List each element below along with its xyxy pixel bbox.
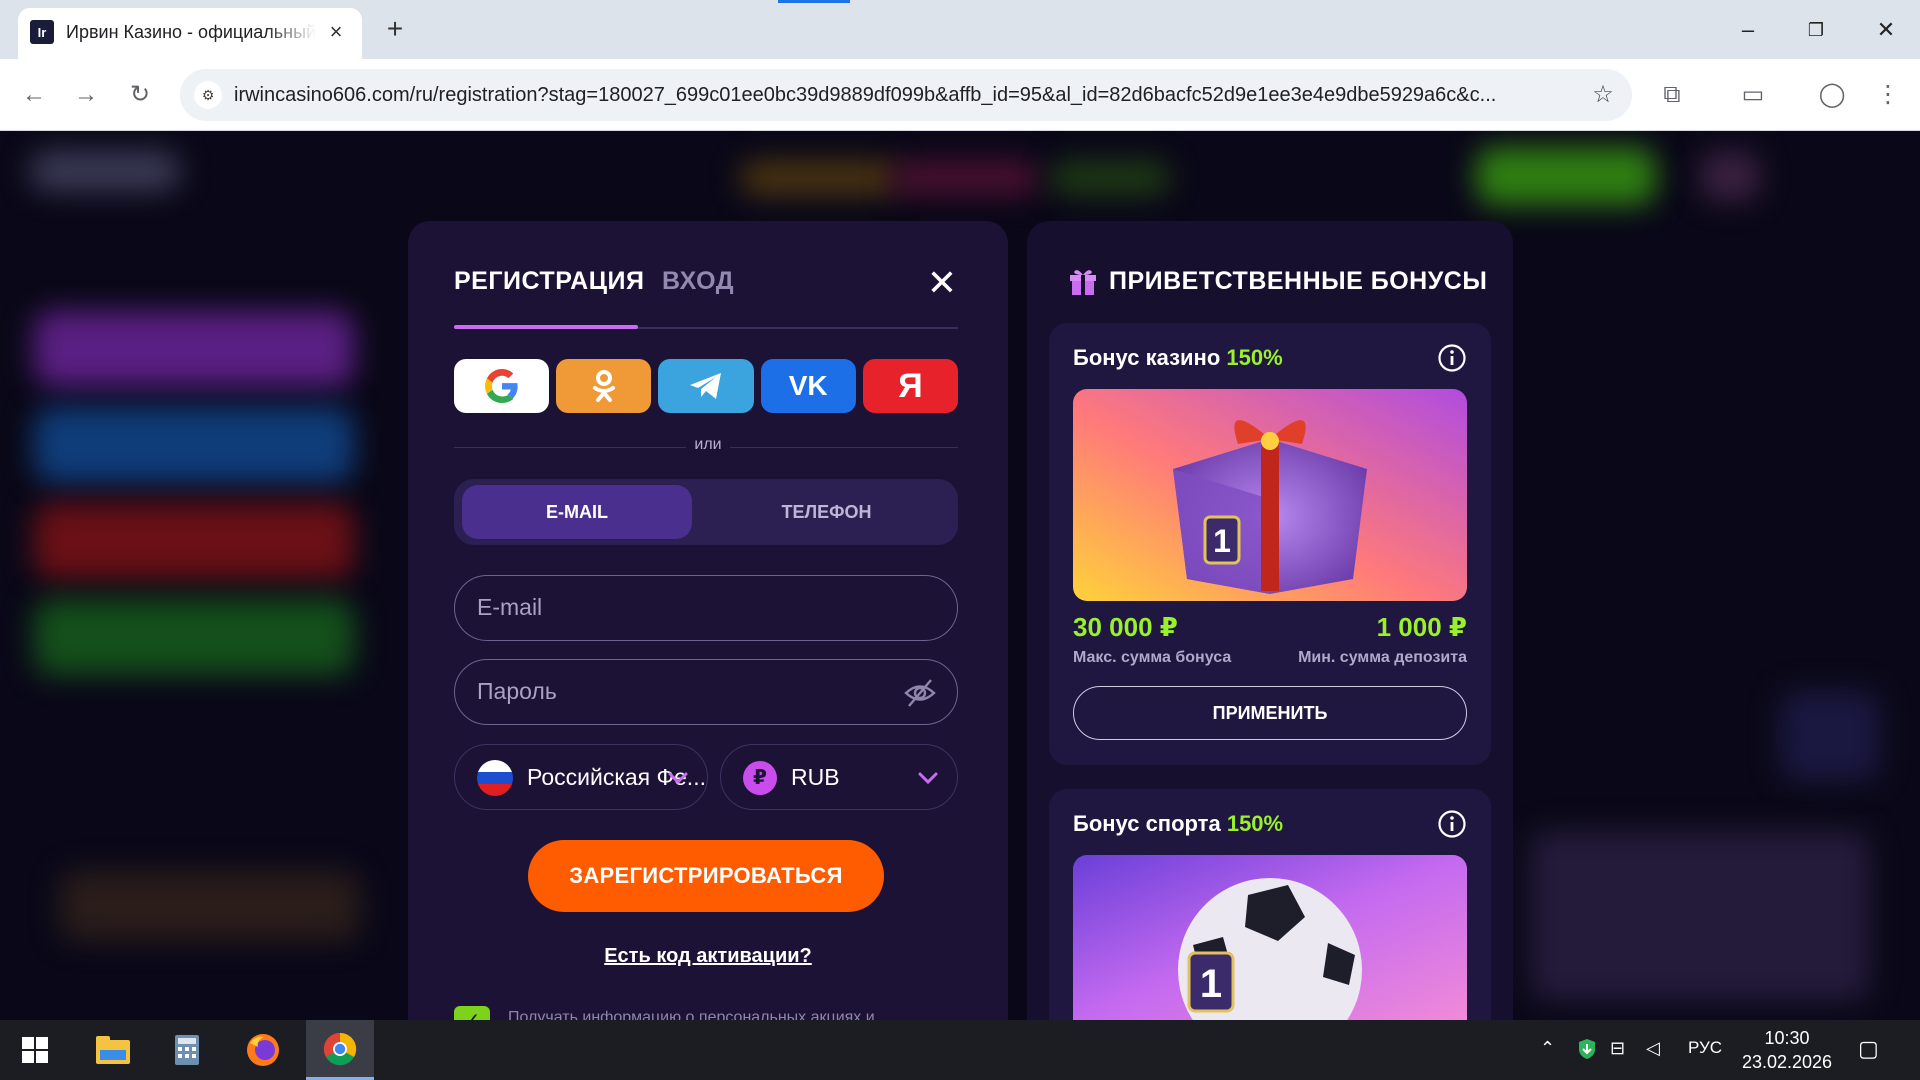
bonus-heading: ПРИВЕТСТВЕННЫЕ БОНУСЫ: [1109, 267, 1488, 295]
tab-loading-indicator: [778, 0, 850, 3]
volume-icon[interactable]: ◁: [1646, 1038, 1660, 1059]
forward-icon[interactable]: →: [68, 77, 104, 113]
telegram-icon: [690, 373, 721, 399]
window-close-icon[interactable]: ✕: [1864, 14, 1908, 46]
casino-min-label: Мин. сумма депозита: [1298, 649, 1467, 666]
tab-registration-underline: [454, 325, 638, 329]
notifications-icon[interactable]: ▢: [1858, 1036, 1879, 1062]
browser-toolbar: ← → ↻ ⚙ irwincasino606.com/ru/registrati…: [0, 59, 1920, 131]
password-input[interactable]: [477, 660, 897, 723]
casino-bonus-image: 1: [1073, 389, 1467, 601]
register-method-switch: E-MAIL ТЕЛЕФОН: [454, 479, 958, 545]
tab-title: Ирвин Казино - официальный сайт: [66, 22, 316, 42]
site-settings-icon[interactable]: ⚙: [194, 81, 222, 109]
country-select[interactable]: Российская Фе...: [454, 744, 708, 810]
profile-icon[interactable]: ◯: [1814, 77, 1850, 113]
casino-min-amount: 1 000 ₽: [1376, 612, 1467, 642]
tab-close-icon[interactable]: ×: [324, 20, 348, 44]
gift-icon: [1070, 270, 1096, 295]
ruble-icon: ₽: [743, 761, 777, 795]
network-icon[interactable]: ⊟: [1610, 1038, 1625, 1059]
clock-time: 10:30: [1764, 1028, 1810, 1048]
sport-bonus-card: Бонус спорта 150% 1: [1049, 789, 1491, 1021]
or-label: или: [408, 436, 1008, 454]
windows-taskbar: ⌃ ⊟ ◁ РУС 10:30 23.02.2026 ▢: [0, 1020, 1920, 1080]
welcome-bonus-panel: ПРИВЕТСТВЕННЫЕ БОНУСЫ Бонус казино 150%: [1027, 221, 1513, 1021]
vk-login-button[interactable]: VK: [760, 359, 856, 413]
sport-bonus-image: 1: [1073, 855, 1467, 1021]
registration-modal: РЕГИСТРАЦИЯ ВХОД ✕ VK Я или E-MAIL ТЕЛЕФ…: [408, 221, 1008, 1036]
menu-kebab-icon[interactable]: ⋮: [1870, 77, 1906, 113]
calculator-icon[interactable]: [156, 1020, 218, 1080]
casino-bonus-card: Бонус казино 150% 1 30 000 ₽ 1 000 ₽ Мак…: [1049, 323, 1491, 765]
casino-max-amount: 30 000 ₽: [1073, 612, 1178, 642]
google-icon: [484, 369, 518, 403]
security-shield-icon[interactable]: [1578, 1038, 1596, 1065]
method-phone-button[interactable]: ТЕЛЕФОН: [704, 485, 949, 539]
clock-date: 23.02.2026: [1741, 1052, 1833, 1072]
system-clock[interactable]: 10:30 23.02.2026: [1712, 1026, 1862, 1074]
bookmark-star-icon[interactable]: ☆: [1588, 80, 1618, 110]
password-field-wrapper: [454, 659, 958, 725]
ok-icon: [592, 370, 615, 402]
tray-chevron-up-icon[interactable]: ⌃: [1540, 1038, 1555, 1059]
activation-code-link[interactable]: Есть код активации?: [408, 945, 1008, 968]
browser-tab[interactable]: Ir Ирвин Казино - официальный сайт ×: [18, 8, 362, 59]
casino-max-label: Макс. сумма бонуса: [1073, 649, 1232, 666]
ok-login-button[interactable]: [556, 359, 652, 413]
file-explorer-icon[interactable]: [82, 1020, 144, 1080]
firefox-icon[interactable]: [232, 1020, 294, 1080]
chevron-down-icon: [668, 772, 688, 785]
back-icon[interactable]: ←: [16, 77, 52, 113]
new-tab-icon[interactable]: +: [380, 14, 410, 44]
currency-value: RUB: [791, 764, 840, 790]
email-input[interactable]: [477, 576, 897, 639]
apply-casino-bonus-button[interactable]: ПРИМЕНИТЬ: [1073, 686, 1467, 740]
site-favicon-icon: Ir: [30, 20, 54, 44]
url-text[interactable]: irwincasino606.com/ru/registration?stag=…: [234, 83, 1564, 107]
sport-bonus-title: Бонус спорта 150%: [1073, 811, 1284, 836]
info-icon[interactable]: [1437, 809, 1467, 839]
gift-badge-number: 1: [1213, 523, 1231, 559]
yandex-icon: Я: [898, 366, 923, 405]
cast-search-icon[interactable]: ▭: [1735, 77, 1771, 113]
register-button[interactable]: ЗАРЕГИСТРИРОВАТЬСЯ: [528, 840, 884, 912]
address-bar[interactable]: ⚙ irwincasino606.com/ru/registration?sta…: [180, 69, 1632, 121]
vk-icon: VK: [788, 370, 828, 401]
extensions-icon[interactable]: ⧉: [1654, 77, 1690, 113]
chevron-down-icon: [918, 772, 938, 785]
restore-icon[interactable]: ❐: [1794, 14, 1838, 46]
social-login-row: VK Я: [454, 359, 959, 413]
reload-icon[interactable]: ↻: [122, 77, 158, 113]
browser-tabbar: Ir Ирвин Казино - официальный сайт × + –…: [0, 0, 1920, 59]
currency-select[interactable]: ₽ RUB: [720, 744, 958, 810]
windows-start-icon[interactable]: [4, 1020, 66, 1080]
tab-registration[interactable]: РЕГИСТРАЦИЯ: [454, 267, 644, 327]
telegram-login-button[interactable]: [658, 359, 754, 413]
casino-bonus-title: Бонус казино 150%: [1073, 345, 1283, 370]
info-icon[interactable]: [1437, 343, 1467, 373]
method-email-button[interactable]: E-MAIL: [462, 485, 692, 539]
minimize-icon[interactable]: –: [1726, 14, 1770, 46]
ball-badge-number: 1: [1200, 962, 1222, 1006]
modal-close-icon[interactable]: ✕: [924, 265, 960, 301]
google-login-button[interactable]: [454, 359, 550, 413]
yandex-login-button[interactable]: Я: [862, 359, 959, 413]
tab-login[interactable]: ВХОД: [662, 267, 734, 296]
email-field-wrapper: [454, 575, 958, 641]
eye-off-icon[interactable]: [903, 676, 937, 710]
russia-flag-icon: [477, 760, 513, 796]
chrome-taskbar-icon[interactable]: [306, 1020, 374, 1080]
